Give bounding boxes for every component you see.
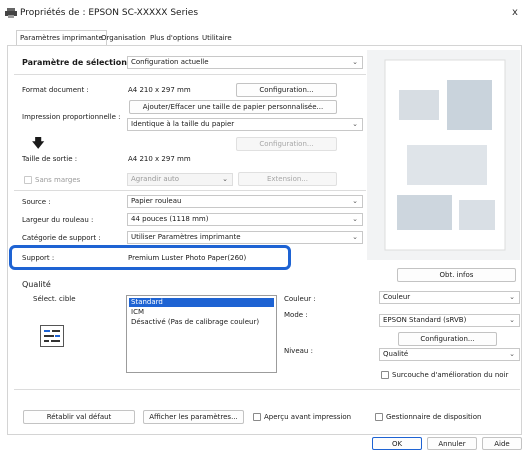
- extension-button[interactable]: Extension...: [238, 172, 337, 186]
- target-label: Sélect. cible: [33, 295, 76, 303]
- mode-label: Mode :: [284, 311, 308, 319]
- chevron-down-icon: ⌄: [352, 197, 358, 205]
- color-dropdown[interactable]: Couleur ⌄: [379, 291, 520, 304]
- window-title: Propriétés de : EPSON SC-XXXXX Series: [20, 8, 199, 18]
- obtain-info-button[interactable]: Obt. infos: [397, 268, 516, 282]
- quality-section-label: Qualité: [22, 280, 51, 289]
- show-settings-button[interactable]: Afficher les paramètres...: [143, 410, 244, 424]
- printer-icon: [5, 8, 17, 18]
- level-label: Niveau :: [284, 347, 313, 355]
- chevron-down-icon: ⌄: [509, 293, 515, 301]
- source-label: Source :: [22, 198, 51, 206]
- print-preview-label: Aperçu avant impression: [264, 413, 352, 421]
- chevron-down-icon: ⌄: [352, 215, 358, 223]
- chevron-down-icon: ⌄: [352, 58, 358, 66]
- selection-value: Configuration actuelle: [131, 58, 209, 66]
- color-value: Couleur: [383, 293, 411, 301]
- color-label: Couleur :: [284, 295, 316, 303]
- chevron-down-icon: ⌄: [509, 350, 515, 358]
- level-dropdown[interactable]: Qualité ⌄: [379, 348, 520, 361]
- media-category-label: Catégorie de support :: [22, 234, 101, 242]
- format-config-button[interactable]: Configuration...: [236, 83, 337, 97]
- divider: [14, 190, 366, 191]
- format-value: A4 210 x 297 mm: [128, 86, 191, 94]
- enlarge-value: Agrandir auto: [131, 175, 180, 183]
- proportional-value: Identique à la taille du papier: [131, 120, 235, 128]
- borderless-label: Sans marges: [35, 176, 81, 184]
- close-button[interactable]: x: [512, 7, 518, 18]
- mode-dropdown[interactable]: EPSON Standard (sRVB) ⌄: [379, 314, 520, 327]
- tab-strip: Paramètres imprimante Organisation Plus …: [0, 30, 527, 46]
- settings-sliders-icon: [44, 330, 60, 342]
- list-item[interactable]: ICM: [129, 308, 274, 317]
- preview-image: [384, 59, 506, 251]
- mode-value: EPSON Standard (sRVB): [383, 316, 467, 324]
- selection-dropdown[interactable]: Configuration actuelle ⌄: [127, 56, 363, 69]
- media-category-dropdown[interactable]: Utiliser Paramètres imprimante ⌄: [127, 231, 363, 244]
- proportional-label: Impression proportionnelle :: [22, 113, 121, 121]
- quality-icon: [40, 325, 64, 347]
- source-value: Papier rouleau: [131, 197, 182, 205]
- layout-manager-checkbox[interactable]: [375, 413, 383, 421]
- source-dropdown[interactable]: Papier rouleau ⌄: [127, 195, 363, 208]
- paper-preview: [367, 50, 520, 260]
- divider: [14, 389, 520, 390]
- level-value: Qualité: [383, 350, 409, 358]
- list-item[interactable]: Standard: [129, 298, 274, 307]
- list-item[interactable]: Désactivé (Pas de calibrage couleur): [129, 318, 274, 327]
- support-highlight: [9, 245, 291, 270]
- roll-width-dropdown[interactable]: 44 pouces (1118 mm) ⌄: [127, 213, 363, 226]
- reset-button[interactable]: Rétablir val défaut: [23, 410, 135, 424]
- output-size-value: A4 210 x 297 mm: [128, 155, 191, 163]
- chevron-down-icon: ⌄: [352, 233, 358, 241]
- roll-width-value: 44 pouces (1118 mm): [131, 215, 209, 223]
- proportional-dropdown[interactable]: Identique à la taille du papier ⌄: [127, 118, 363, 131]
- chevron-down-icon: ⌄: [509, 316, 515, 324]
- media-category-value: Utiliser Paramètres imprimante: [131, 233, 241, 241]
- tab-printer-settings[interactable]: Paramètres imprimante: [16, 30, 107, 46]
- format-label: Format document :: [22, 86, 89, 94]
- tab-organisation[interactable]: Organisation: [97, 30, 150, 46]
- title-bar: Propriétés de : EPSON SC-XXXXX Series x: [0, 0, 527, 30]
- ok-button[interactable]: OK: [372, 437, 422, 450]
- help-button[interactable]: Aide: [482, 437, 522, 450]
- target-listbox[interactable]: Standard ICM Désactivé (Pas de calibrage…: [126, 295, 277, 373]
- cancel-button[interactable]: Annuler: [427, 437, 477, 450]
- tab-utility[interactable]: Utilitaire: [198, 30, 236, 46]
- black-enhance-label: Surcouche d'amélioration du noir: [392, 371, 509, 379]
- arrow-down-icon: 🡇: [32, 136, 45, 150]
- divider: [14, 74, 366, 75]
- borderless-checkbox[interactable]: [24, 176, 32, 184]
- black-enhance-checkbox[interactable]: [381, 371, 389, 379]
- output-size-label: Taille de sortie :: [22, 155, 78, 163]
- print-preview-checkbox[interactable]: [253, 413, 261, 421]
- roll-width-label: Largeur du rouleau :: [22, 216, 94, 224]
- chevron-down-icon: ⌄: [222, 175, 228, 183]
- enlarge-dropdown[interactable]: Agrandir auto ⌄: [127, 173, 233, 186]
- chevron-down-icon: ⌄: [352, 120, 358, 128]
- layout-manager-label: Gestionnaire de disposition: [386, 413, 482, 421]
- custom-size-button[interactable]: Ajouter/Effacer une taille de papier per…: [129, 100, 337, 114]
- selection-label: Paramètre de sélection :: [22, 58, 133, 67]
- tab-more-options[interactable]: Plus d'options: [146, 30, 203, 46]
- mode-config-button[interactable]: Configuration...: [398, 332, 497, 346]
- proportional-config-button[interactable]: Configuration...: [236, 137, 337, 151]
